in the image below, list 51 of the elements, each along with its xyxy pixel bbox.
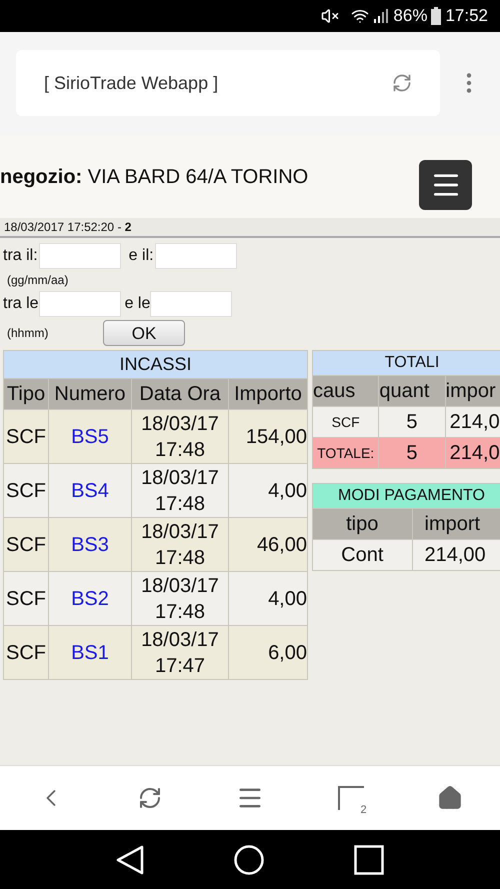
column-header: impor [445, 376, 500, 406]
column-header: Tipo [4, 378, 48, 410]
time-from-field[interactable] [38, 291, 121, 317]
date-from-label: tra il: [3, 246, 38, 266]
reload-icon[interactable] [392, 73, 412, 93]
totali-title: TOTALI [312, 350, 500, 376]
reload-icon[interactable] [138, 786, 162, 810]
table-cell: 18/03/17 17:47 [132, 626, 228, 680]
page-title: [ SirioTrade Webapp ] [44, 72, 218, 95]
table-cell: 6,00 [228, 626, 308, 680]
mute-icon [321, 7, 340, 25]
table-cell: TOTALE: [312, 438, 379, 468]
menu-button[interactable] [419, 160, 472, 210]
clock-time: 17:52 [445, 5, 488, 28]
document-link[interactable]: BS2 [71, 588, 109, 610]
payment-title: MODI PAGAMENTO [312, 484, 500, 508]
column-header: caus [312, 376, 379, 406]
address-bar[interactable]: [ SirioTrade Webapp ] [16, 50, 440, 116]
battery-level: 86% [393, 5, 428, 28]
document-link[interactable]: BS4 [71, 480, 109, 502]
table-cell: SCF [4, 626, 48, 680]
ok-button[interactable]: OK [103, 320, 185, 346]
table-cell: Cont [312, 540, 412, 570]
table-cell: 5 [378, 438, 446, 468]
signal-icon [373, 8, 390, 24]
time-from-label: tra le [3, 294, 39, 314]
timestamp-text: 18/03/2017 17:52:20 - 2 [4, 219, 132, 236]
date-to-field[interactable] [154, 243, 237, 269]
back-icon[interactable] [116, 844, 144, 874]
time-to-label: e le [124, 294, 150, 314]
document-link[interactable]: BS5 [71, 426, 109, 448]
date-to-label: e il: [128, 246, 154, 266]
time-format-hint: (hhmm) [7, 325, 50, 342]
column-header: Numero [48, 378, 132, 410]
column-header: import [412, 508, 500, 540]
document-link[interactable]: BS3 [71, 534, 109, 556]
column-header: tipo [312, 508, 412, 540]
tab-count: 2 [359, 805, 368, 816]
date-from-field[interactable] [38, 243, 121, 269]
time-to-field[interactable] [150, 291, 232, 317]
home-icon[interactable] [234, 844, 264, 874]
shop-heading: negozio: VIA BARD 64/A TORINO [0, 164, 308, 190]
document-link[interactable]: BS1 [71, 642, 109, 664]
column-header: quant [378, 376, 446, 406]
battery-icon [431, 7, 442, 25]
date-format-hint: (gg/mm/aa) [7, 272, 68, 289]
column-header: Data Ora [132, 378, 228, 410]
wifi-icon [351, 7, 370, 25]
recents-icon[interactable] [354, 844, 384, 874]
incassi-title: INCASSI [4, 350, 308, 378]
column-header: Importo [228, 378, 308, 410]
